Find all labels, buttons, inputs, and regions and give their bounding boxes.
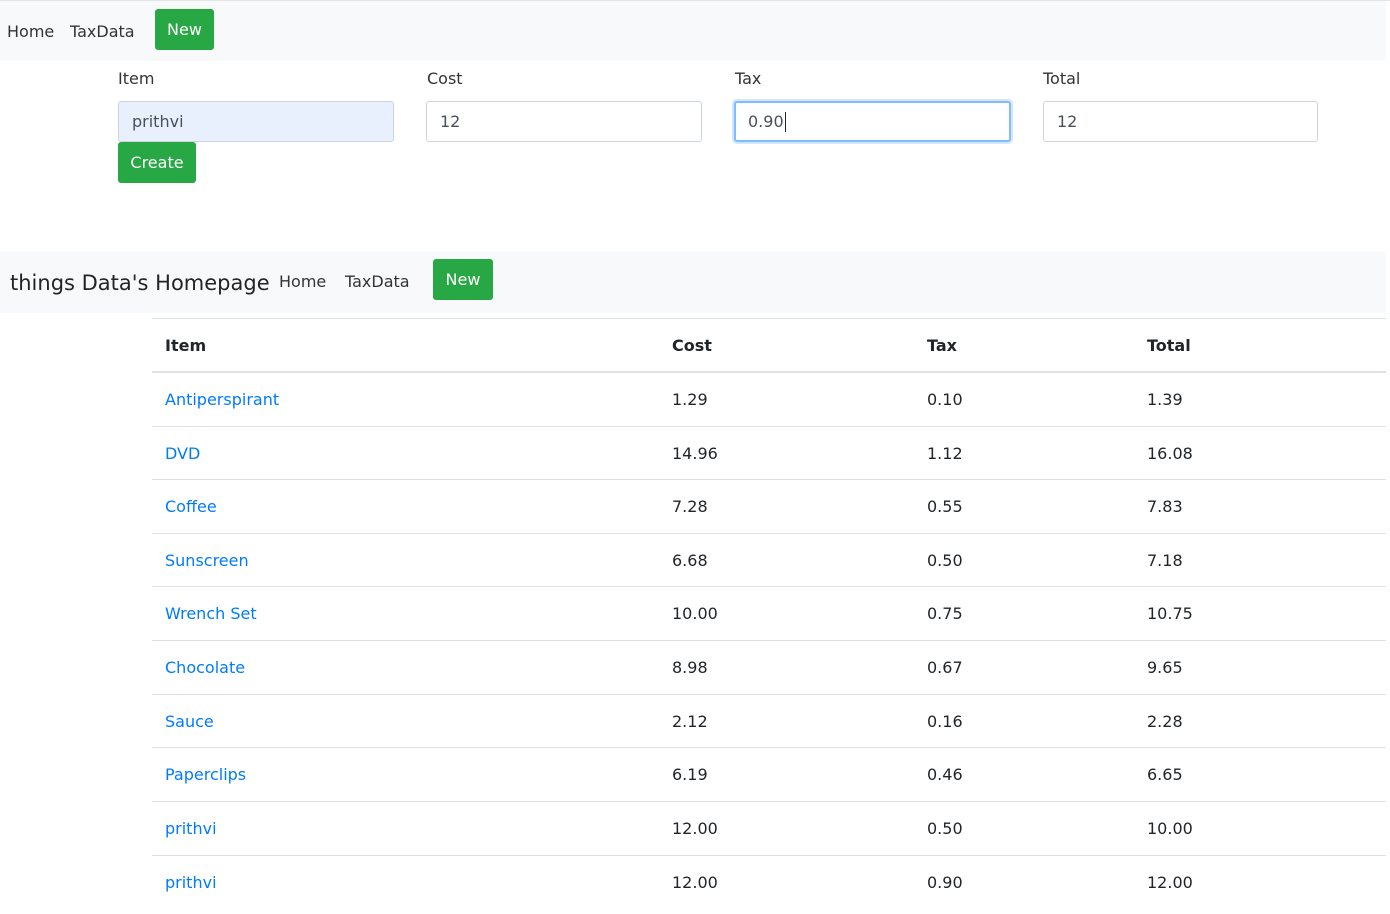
- row-item-link[interactable]: Chocolate: [165, 658, 245, 678]
- table-row: prithvi 12.00 0.50 10.00: [152, 801, 1386, 855]
- row-tax: 0.75: [927, 604, 963, 623]
- tax-label: Tax: [735, 69, 762, 88]
- nav-home-link-2[interactable]: Home: [279, 272, 326, 292]
- new-button[interactable]: New: [155, 9, 214, 50]
- header-cost: Cost: [672, 336, 712, 355]
- total-label: Total: [1043, 69, 1081, 88]
- nav-taxdata-link-2[interactable]: TaxData: [345, 272, 410, 292]
- row-tax: 0.90: [927, 873, 963, 892]
- row-tax: 1.12: [927, 444, 963, 463]
- row-item-link[interactable]: Wrench Set: [165, 604, 257, 624]
- text-caret: [784, 111, 786, 132]
- row-cost: 2.12: [672, 712, 708, 731]
- row-cost: 10.00: [672, 604, 718, 623]
- header-tax: Tax: [927, 336, 957, 355]
- row-cost: 8.98: [672, 658, 708, 677]
- item-input-value: prithvi: [132, 112, 184, 131]
- row-tax: 0.10: [927, 390, 963, 409]
- row-item-link[interactable]: Paperclips: [165, 765, 246, 785]
- row-cost: 7.28: [672, 497, 708, 516]
- row-tax: 0.67: [927, 658, 963, 677]
- table-row: Coffee 7.28 0.55 7.83: [152, 479, 1386, 533]
- row-total: 6.65: [1147, 765, 1183, 784]
- row-cost: 6.68: [672, 551, 708, 570]
- row-item-link[interactable]: Sauce: [165, 712, 214, 732]
- row-item-link[interactable]: Sunscreen: [165, 551, 249, 571]
- tax-input[interactable]: 0.90: [734, 101, 1011, 142]
- item-input[interactable]: prithvi: [118, 101, 394, 142]
- cost-input-value: 12: [440, 112, 461, 131]
- nav-taxdata-link[interactable]: TaxData: [70, 22, 135, 42]
- table-row: Chocolate 8.98 0.67 9.65: [152, 640, 1386, 694]
- row-item-link[interactable]: Antiperspirant: [165, 390, 279, 410]
- row-total: 9.65: [1147, 658, 1183, 677]
- total-input-value: 12: [1057, 112, 1078, 131]
- create-button[interactable]: Create: [118, 142, 196, 183]
- row-total: 16.08: [1147, 444, 1193, 463]
- row-tax: 0.16: [927, 712, 963, 731]
- nav-home-link[interactable]: Home: [7, 22, 54, 42]
- row-item-link[interactable]: Coffee: [165, 497, 217, 517]
- row-total: 12.00: [1147, 873, 1193, 892]
- top-navbar: Home TaxData New: [0, 1, 1386, 61]
- row-item-link[interactable]: prithvi: [165, 873, 217, 893]
- total-input[interactable]: 12: [1043, 101, 1318, 142]
- row-tax: 0.50: [927, 551, 963, 570]
- table-row: Paperclips 6.19 0.46 6.65: [152, 747, 1386, 801]
- table-row: Sauce 2.12 0.16 2.28: [152, 694, 1386, 748]
- row-item-link[interactable]: DVD: [165, 444, 200, 464]
- row-tax: 0.55: [927, 497, 963, 516]
- header-item: Item: [165, 336, 207, 355]
- item-label: Item: [118, 69, 155, 88]
- tax-input-value: 0.90: [748, 112, 784, 131]
- header-total: Total: [1147, 336, 1191, 355]
- row-tax: 0.46: [927, 765, 963, 784]
- row-total: 1.39: [1147, 390, 1183, 409]
- table-row: DVD 14.96 1.12 16.08: [152, 426, 1386, 480]
- row-total: 10.00: [1147, 819, 1193, 838]
- row-total: 7.18: [1147, 551, 1183, 570]
- row-cost: 1.29: [672, 390, 708, 409]
- row-total: 7.83: [1147, 497, 1183, 516]
- row-cost: 6.19: [672, 765, 708, 784]
- cost-label: Cost: [427, 69, 463, 88]
- row-cost: 14.96: [672, 444, 718, 463]
- second-navbar: things Data's Homepage Home TaxData New: [0, 251, 1386, 313]
- row-item-link[interactable]: prithvi: [165, 819, 217, 839]
- table-row: Antiperspirant 1.29 0.10 1.39: [152, 372, 1386, 426]
- new-button-2[interactable]: New: [433, 259, 493, 300]
- table-row: Sunscreen 6.68 0.50 7.18: [152, 533, 1386, 587]
- row-total: 2.28: [1147, 712, 1183, 731]
- row-tax: 0.50: [927, 819, 963, 838]
- table-row: prithvi 12.00 0.90 12.00: [152, 855, 1386, 909]
- table-row: Wrench Set 10.00 0.75 10.75: [152, 586, 1386, 640]
- brand-title[interactable]: things Data's Homepage: [10, 270, 270, 296]
- table-header-row: Item Cost Tax Total: [152, 318, 1386, 372]
- cost-input[interactable]: 12: [426, 101, 702, 142]
- row-cost: 12.00: [672, 873, 718, 892]
- row-total: 10.75: [1147, 604, 1193, 623]
- row-cost: 12.00: [672, 819, 718, 838]
